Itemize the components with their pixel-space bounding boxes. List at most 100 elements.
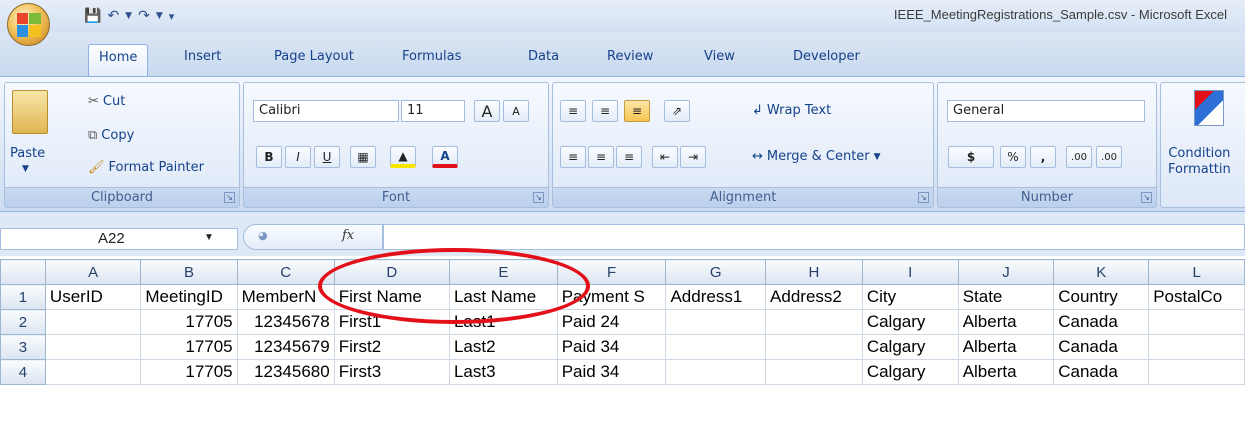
font-color-button[interactable]: A (432, 146, 458, 168)
tab-formulas[interactable]: Formulas (392, 44, 471, 76)
cell-l4[interactable] (1148, 359, 1245, 385)
clipboard-launcher-icon[interactable]: ↘ (224, 192, 235, 203)
paste-dropdown-icon[interactable]: ▼ (22, 164, 29, 174)
column-header-e[interactable]: E (448, 259, 558, 285)
wrap-text-button[interactable]: ↲ Wrap Text (752, 103, 831, 118)
alignment-launcher-icon[interactable]: ↘ (918, 192, 929, 203)
cell-g3[interactable] (665, 334, 767, 360)
cell-g2[interactable] (665, 309, 767, 335)
cell-k1[interactable]: Country (1053, 284, 1150, 310)
paste-icon[interactable] (12, 90, 48, 134)
column-header-k[interactable]: K (1053, 259, 1150, 285)
cell-h3[interactable] (765, 334, 863, 360)
paste-button[interactable]: Paste (10, 146, 45, 161)
column-header-h[interactable]: H (765, 259, 863, 285)
align-right-icon[interactable]: ≡ (616, 146, 642, 168)
select-all-corner[interactable] (0, 259, 46, 285)
chevron-down-icon[interactable]: ▼ (204, 232, 214, 243)
tab-developer[interactable]: Developer (783, 44, 870, 76)
cell-l1[interactable]: PostalCo (1148, 284, 1245, 310)
cell-i1[interactable]: City (861, 284, 959, 310)
borders-icon[interactable]: ▦ (350, 146, 376, 168)
cell-a4[interactable] (44, 359, 142, 385)
cell-g1[interactable]: Address1 (665, 284, 767, 310)
format-painter-button[interactable]: 🖌 Format Painter (88, 160, 204, 175)
cut-button[interactable]: ✂ Cut (88, 94, 125, 109)
align-bottom-icon[interactable]: ≡ (624, 100, 650, 122)
decrease-decimal-button[interactable]: .00 (1096, 146, 1122, 168)
row-header[interactable]: 2 (0, 309, 46, 335)
align-left-icon[interactable]: ≡ (560, 146, 586, 168)
cell-c2[interactable]: 12345678 (236, 309, 335, 335)
cell-j4[interactable]: Alberta (957, 359, 1055, 385)
cell-a2[interactable] (44, 309, 142, 335)
cell-f4[interactable]: Paid 34 (556, 359, 667, 385)
column-header-a[interactable]: A (44, 259, 142, 285)
cell-b1[interactable]: MeetingID (140, 284, 238, 310)
cell-d3[interactable]: First2 (333, 334, 450, 360)
column-header-b[interactable]: B (140, 259, 238, 285)
worksheet-grid[interactable]: ABCDEFGHIJKL 1 UserID MeetingID MemberN Firs… (0, 259, 1245, 423)
cell-b4[interactable]: 17705 (140, 359, 238, 385)
decrease-indent-icon[interactable]: ⇤ (652, 146, 678, 168)
column-header-g[interactable]: G (665, 259, 767, 285)
cell-d2[interactable]: First1 (333, 309, 450, 335)
cell-e1[interactable]: Last Name (448, 284, 558, 310)
cell-b2[interactable]: 17705 (140, 309, 238, 335)
cell-i3[interactable]: Calgary (861, 334, 959, 360)
cell-j2[interactable]: Alberta (957, 309, 1055, 335)
conditional-formatting-button[interactable]: Condition Formattin (1168, 146, 1231, 178)
cell-i4[interactable]: Calgary (861, 359, 959, 385)
cell-j3[interactable]: Alberta (957, 334, 1055, 360)
cell-j1[interactable]: State (957, 284, 1055, 310)
column-header-d[interactable]: D (333, 259, 450, 285)
shrink-font-button[interactable]: A (503, 100, 529, 122)
grow-font-button[interactable]: A (474, 100, 500, 122)
column-header-j[interactable]: J (957, 259, 1055, 285)
row-header[interactable]: 4 (0, 359, 46, 385)
cell-d1[interactable]: First Name (333, 284, 450, 310)
name-box[interactable]: A22 ▼ (0, 228, 238, 250)
number-format-select[interactable]: General (947, 100, 1145, 122)
copy-button[interactable]: ⧉ Copy (88, 128, 134, 143)
tab-insert[interactable]: Insert (174, 44, 231, 76)
tab-review[interactable]: Review (597, 44, 663, 76)
cell-h1[interactable]: Address2 (765, 284, 863, 310)
formula-input[interactable] (383, 224, 1245, 250)
cell-e2[interactable]: Last1 (448, 309, 558, 335)
tab-view[interactable]: View (694, 44, 745, 76)
column-header-i[interactable]: I (861, 259, 959, 285)
cell-i2[interactable]: Calgary (861, 309, 959, 335)
column-header-f[interactable]: F (556, 259, 667, 285)
save-icon[interactable]: 💾 (84, 8, 101, 24)
orientation-icon[interactable]: ⇗ (664, 100, 690, 122)
cell-l2[interactable] (1148, 309, 1245, 335)
increase-decimal-button[interactable]: .00 (1066, 146, 1092, 168)
conditional-formatting-icon[interactable] (1194, 90, 1224, 126)
comma-button[interactable]: , (1030, 146, 1056, 168)
row-header[interactable]: 1 (0, 284, 46, 310)
tab-data[interactable]: Data (518, 44, 569, 76)
italic-button[interactable]: I (285, 146, 311, 168)
underline-button[interactable]: U (314, 146, 340, 168)
cell-f2[interactable]: Paid 24 (556, 309, 667, 335)
cell-c4[interactable]: 12345680 (236, 359, 335, 385)
cell-g4[interactable] (665, 359, 767, 385)
currency-button[interactable]: $ (948, 146, 994, 168)
fill-color-icon[interactable]: ▲ (390, 146, 416, 168)
tab-home[interactable]: Home (88, 44, 149, 76)
font-size-select[interactable]: 11 (401, 100, 465, 122)
cell-f3[interactable]: Paid 34 (556, 334, 667, 360)
row-header[interactable]: 3 (0, 334, 46, 360)
bold-button[interactable]: B (256, 146, 282, 168)
font-launcher-icon[interactable]: ↘ (533, 192, 544, 203)
tab-page-layout[interactable]: Page Layout (264, 44, 364, 76)
cell-f1[interactable]: Payment S (556, 284, 667, 310)
cell-h2[interactable] (765, 309, 863, 335)
cell-a3[interactable] (44, 334, 142, 360)
qat-customize-icon[interactable]: ▾ (169, 10, 175, 23)
align-center-icon[interactable]: ≡ (588, 146, 614, 168)
increase-indent-icon[interactable]: ⇥ (680, 146, 706, 168)
undo-icon[interactable]: ↶ (107, 8, 119, 24)
cell-k2[interactable]: Canada (1053, 309, 1150, 335)
